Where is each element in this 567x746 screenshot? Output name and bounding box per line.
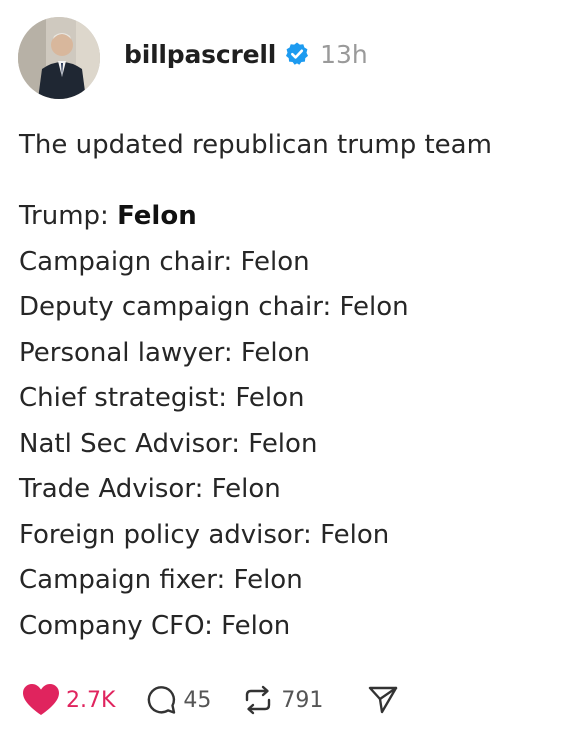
avatar-photo	[18, 17, 100, 99]
share-button[interactable]	[367, 684, 399, 716]
list-item: Company CFO: Felon	[19, 604, 409, 650]
post-timestamp: 13h	[320, 39, 368, 69]
list-item: Campaign fixer: Felon	[19, 558, 409, 604]
role-value: Felon	[221, 610, 291, 641]
post-header: billpascrell 13h	[18, 16, 368, 100]
list-item: Chief strategist: Felon	[19, 376, 409, 422]
role-value: Felon	[248, 428, 318, 459]
repost-button[interactable]: 791	[241, 684, 323, 716]
role-value: Felon	[117, 201, 197, 231]
role-value: Felon	[320, 519, 390, 550]
author-line: billpascrell 13h	[124, 40, 368, 69]
threads-post: billpascrell 13h The updated republican …	[0, 0, 567, 746]
list-item: Foreign policy advisor: Felon	[19, 513, 409, 559]
repost-icon	[241, 684, 275, 716]
list-item: Campaign chair: Felon	[19, 240, 409, 286]
role-value: Felon	[240, 246, 310, 277]
list-item: Deputy campaign chair: Felon	[19, 285, 409, 331]
list-item: Trade Advisor: Felon	[19, 467, 409, 513]
list-item: Personal lawyer: Felon	[19, 331, 409, 377]
role-label: Natl Sec Advisor:	[19, 428, 249, 459]
author-username[interactable]: billpascrell	[124, 40, 276, 69]
role-label: Campaign chair:	[19, 246, 241, 277]
role-value: Felon	[339, 292, 409, 322]
post-body-list: Trump: Felon Campaign chair: Felon Deput…	[19, 194, 409, 649]
role-label: Trade Advisor:	[19, 474, 212, 504]
list-item: Trump: Felon	[19, 194, 409, 240]
role-value: Felon	[235, 383, 305, 413]
list-item: Natl Sec Advisor: Felon	[19, 422, 409, 468]
like-count: 2.7K	[66, 687, 116, 713]
post-headline: The updated republican trump team	[19, 130, 492, 160]
role-label: Campaign fixer:	[19, 565, 234, 595]
like-button[interactable]: 2.7K	[22, 683, 115, 717]
role-label: Company CFO:	[19, 610, 222, 641]
repost-count: 791	[281, 687, 324, 713]
verified-badge-icon	[284, 41, 310, 67]
heart-filled-icon	[22, 683, 60, 717]
role-label: Trump:	[19, 201, 118, 231]
role-label: Personal lawyer:	[19, 337, 241, 368]
post-actions-bar: 2.7K 45 791	[22, 680, 429, 720]
reply-button[interactable]: 45	[145, 684, 211, 716]
role-label: Deputy campaign chair:	[19, 292, 340, 322]
role-label: Foreign policy advisor:	[19, 519, 321, 550]
role-label: Chief strategist:	[19, 383, 236, 413]
role-value: Felon	[240, 337, 310, 368]
reply-count: 45	[183, 687, 212, 713]
avatar[interactable]	[18, 17, 100, 99]
comment-bubble-icon	[145, 684, 177, 716]
send-icon	[367, 684, 399, 716]
role-value: Felon	[211, 474, 281, 504]
role-value: Felon	[233, 565, 303, 595]
